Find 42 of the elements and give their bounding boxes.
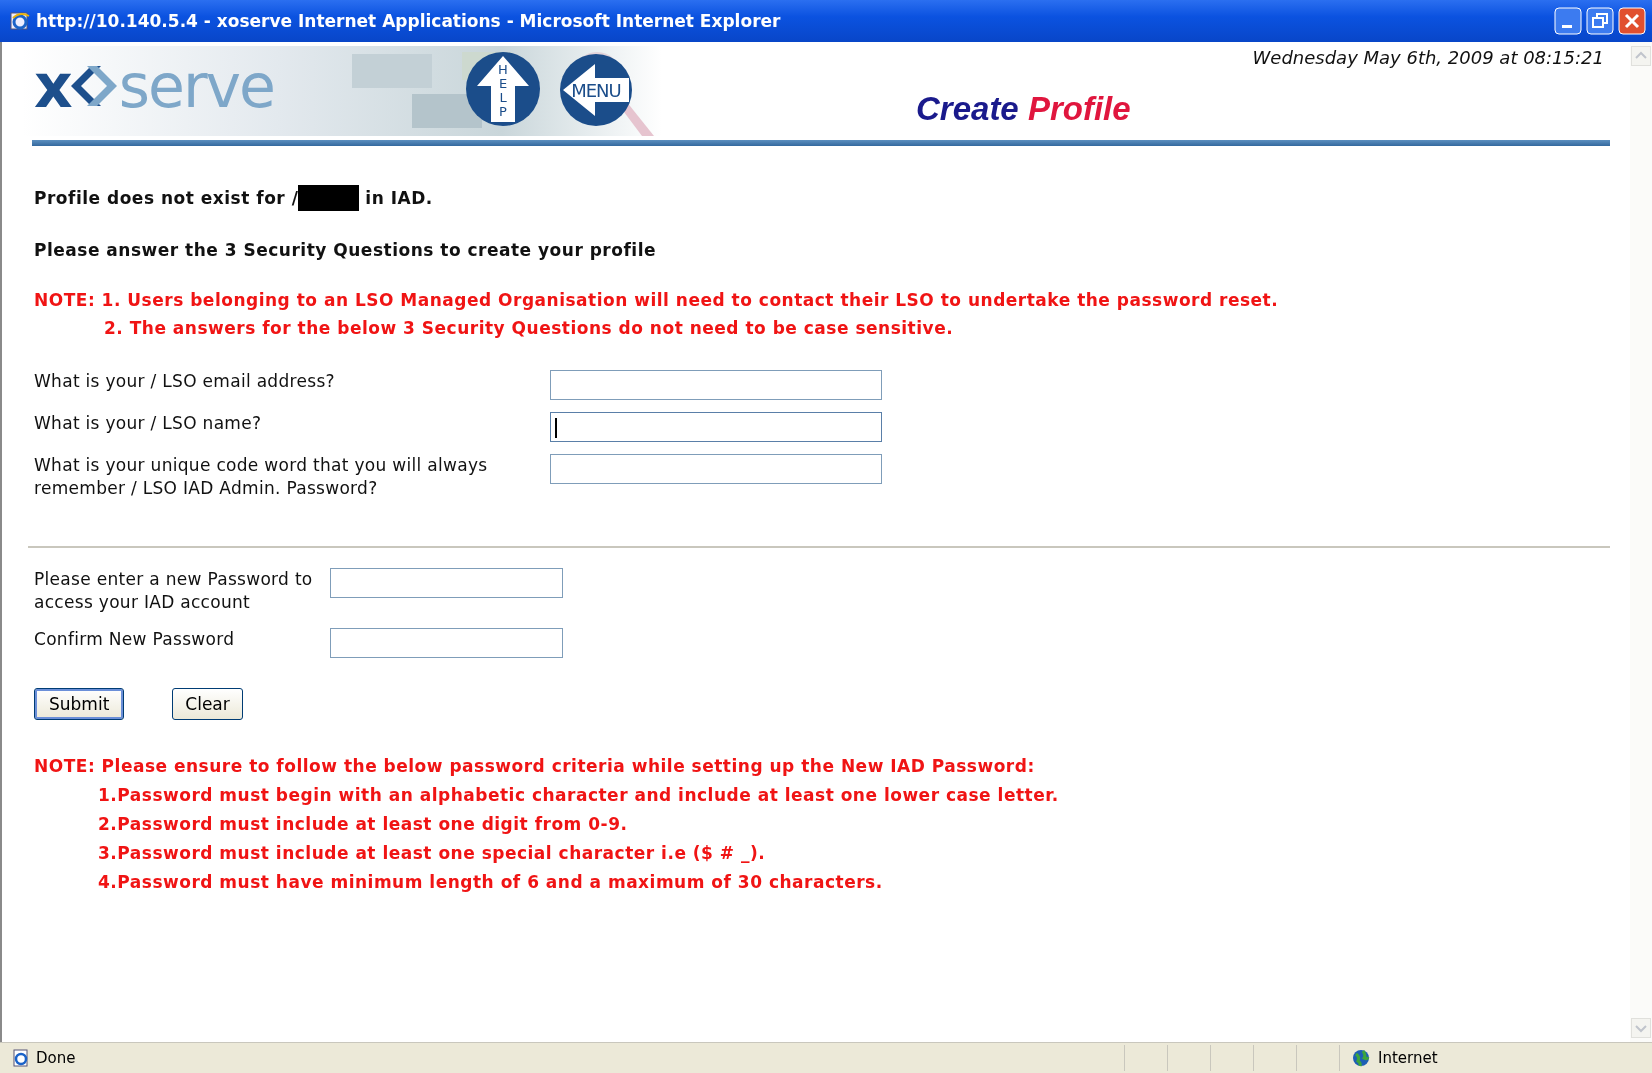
browser-icon	[10, 11, 30, 31]
criteria-item: 2.Password must include at least one digit from 0-9.	[97, 813, 629, 836]
page-title: Create Profile	[916, 90, 1131, 128]
question-label: What is your unique code word that you will always remember / LSO IAD Admin. Password?	[34, 454, 489, 500]
logo-text: serve	[118, 58, 274, 114]
password-label: Confirm New Password	[34, 628, 236, 651]
logo-text: x	[34, 58, 71, 114]
input-field[interactable]	[550, 454, 882, 484]
redaction-bar	[298, 185, 360, 211]
message-text: Profile does not exist for /	[34, 188, 299, 208]
criteria-heading: NOTE: Please ensure to follow the below password criteria while setting up the New IAD Password:	[34, 755, 1036, 778]
scrollbar[interactable]	[1630, 42, 1652, 1042]
input-field[interactable]	[330, 568, 563, 598]
window-title: http://10.140.5.4 - xoserve Internet Applications - Microsoft Internet Explorer	[36, 11, 782, 31]
note-label: NOTE:	[34, 290, 97, 310]
zone-text: Internet	[1378, 1049, 1438, 1067]
scroll-down-icon[interactable]	[1631, 1018, 1651, 1038]
note-text: 1. Users belonging to an LSO Managed Organisation will need to contact their LSO to undertake the password reset.	[101, 290, 1279, 310]
date-time: Wednesday May 6th, 2009 at 08:15:21	[1252, 47, 1604, 68]
criteria-item: 4.Password must have minimum length of 6 and a maximum of 30 characters.	[97, 871, 884, 894]
close-icon[interactable]	[1618, 7, 1646, 35]
left-arrow-icon	[561, 62, 631, 118]
input-field[interactable]	[330, 628, 563, 658]
minimize-icon[interactable]	[1554, 7, 1582, 35]
input-field[interactable]	[550, 412, 882, 442]
criteria-item: 1.Password must begin with an alphabetic character and include at least one lower case letter.	[97, 784, 1060, 807]
submit-button[interactable]: Submit	[34, 688, 125, 720]
text-cursor	[555, 418, 557, 438]
note-text: 2. The answers for the below 3 Security Questions do not need to be case sensitive.	[104, 318, 954, 338]
password-label: Please enter a new Password to access your IAD account	[34, 568, 314, 614]
criteria-item: 3.Password must include at least one special character i.e ($ # _).	[97, 842, 767, 865]
globe-icon	[1352, 1049, 1370, 1067]
question-label: What is your / LSO email address?	[34, 370, 336, 393]
message-text: in IAD.	[365, 188, 433, 208]
question-label: What is your / LSO name?	[34, 412, 263, 435]
scroll-up-icon[interactable]	[1631, 46, 1651, 66]
page-icon	[12, 1049, 30, 1067]
input-field[interactable]	[550, 370, 882, 400]
instruction-text: Please answer the 3 Security Questions to create your profile	[34, 240, 657, 260]
clear-button[interactable]: Clear	[172, 688, 243, 720]
status-text: Done	[36, 1049, 76, 1067]
restore-icon[interactable]	[1586, 7, 1614, 35]
